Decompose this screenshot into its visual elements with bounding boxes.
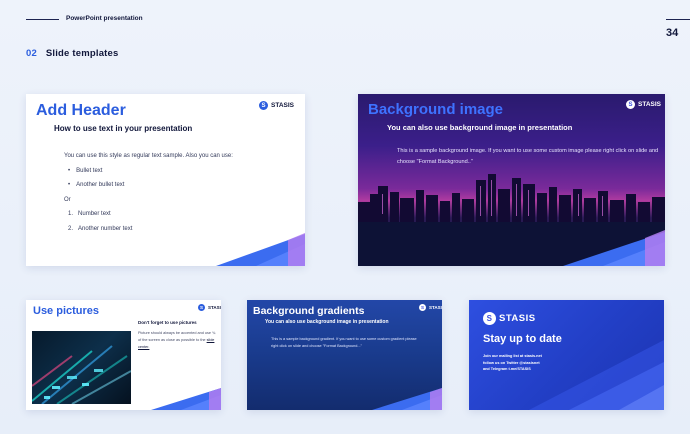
slide-title: Stay up to date (483, 333, 562, 345)
stasis-logo-icon: S (483, 312, 496, 325)
page-number: 34 (666, 27, 679, 39)
section-number: 02 (26, 48, 37, 59)
header-rule-right (666, 19, 690, 20)
slide-body: This is a sample background image. If yo… (397, 148, 659, 165)
stasis-logo: S STASIS (626, 100, 661, 109)
slide-body: Join our mailing list at stasis.net foll… (483, 353, 542, 373)
contact-line: Join our mailing list at stasis.net (483, 354, 542, 358)
presentation-title: PowerPoint presentation (66, 15, 143, 22)
slide-subtitle: You can also use background image in pre… (387, 123, 573, 132)
city-skyline-image (358, 174, 665, 266)
slide-add-header[interactable]: Add Header How to use text in your prese… (26, 94, 305, 266)
slide-title: Background image (368, 101, 504, 118)
section-heading: 02 Slide templates (26, 48, 119, 59)
header-rule-left (26, 19, 59, 20)
logo-text: STASIS (499, 313, 536, 324)
slide-background-image[interactable]: Background image You can also use backgr… (358, 94, 665, 266)
corner-decoration (151, 388, 221, 410)
slide-use-pictures[interactable]: Use pictures S STASIS Don't forget to us… (26, 300, 221, 410)
slide-background-gradients[interactable]: Background gradients You can also use ba… (247, 300, 442, 410)
section-title: Slide templates (45, 48, 119, 59)
stasis-logo: S STASIS (483, 312, 536, 325)
contact-line: and Telegram t.me/STASIS (483, 367, 531, 371)
corner-decoration (372, 388, 442, 410)
slide-stay-up-to-date[interactable]: S STASIS Stay up to date Join our mailin… (469, 300, 664, 410)
corner-decoration (216, 233, 305, 266)
stasis-logo-icon: S (626, 100, 635, 109)
logo-text: STASIS (638, 101, 661, 108)
